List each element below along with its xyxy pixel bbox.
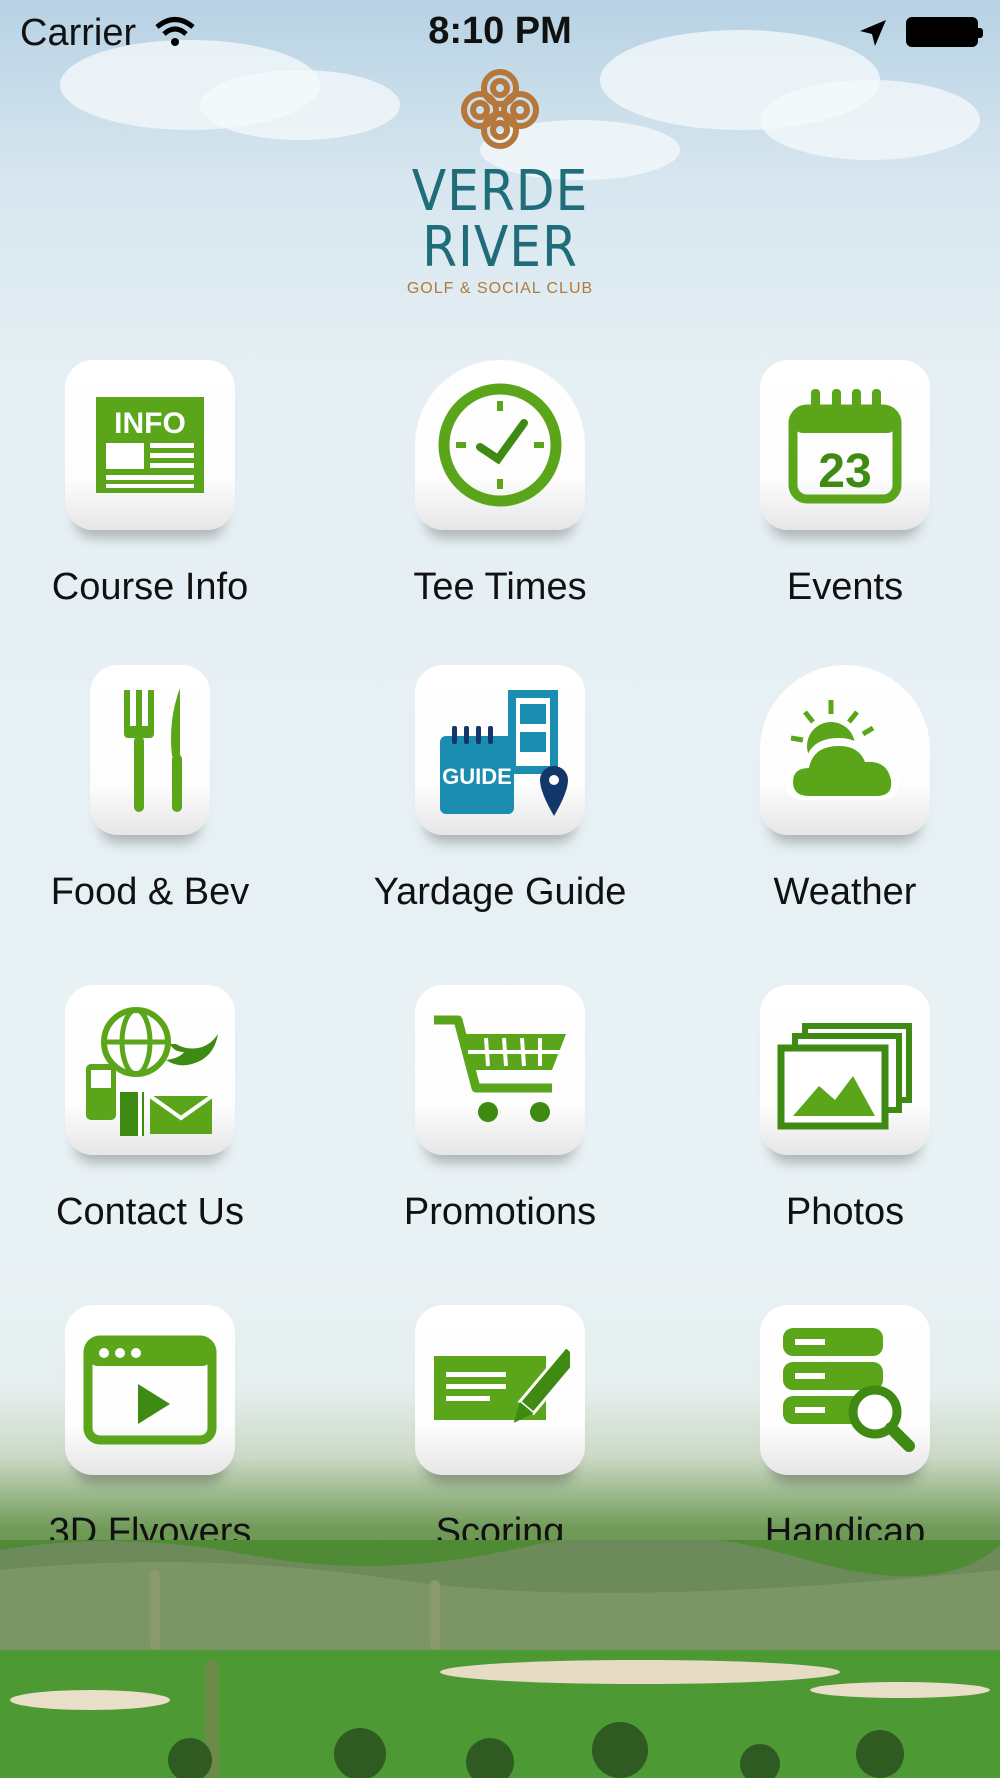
menu-card[interactable]: [90, 665, 210, 835]
menu-label: Food & Bev: [50, 871, 250, 913]
guide-text: GUIDE: [442, 764, 512, 789]
menu-promotions[interactable]: Promotions: [350, 985, 650, 1234]
sun-cloud-icon: [785, 700, 900, 800]
menu-card[interactable]: 23: [760, 360, 930, 530]
menu-card[interactable]: INFO: [65, 360, 235, 530]
clock-icon: [438, 383, 562, 507]
menu-photos[interactable]: Photos: [695, 985, 995, 1234]
photos-icon: [777, 1023, 912, 1130]
menu-label: Yardage Guide: [373, 871, 627, 913]
menu-handicap[interactable]: Handicap: [695, 1305, 995, 1554]
menu-label: Events: [786, 566, 904, 608]
menu-scoring[interactable]: Scoring: [350, 1305, 650, 1554]
status-bar: Carrier 8:10 PM: [0, 0, 1000, 64]
menu-weather[interactable]: Weather: [695, 665, 995, 914]
menu-contact-us[interactable]: Contact Us: [0, 985, 300, 1234]
menu-tee-times[interactable]: Tee Times: [350, 360, 650, 609]
menu-label: Weather: [773, 871, 917, 913]
club-subtitle: GOLF & SOCIAL CLUB: [406, 280, 594, 297]
golf-course-background: [0, 1540, 1000, 1778]
info-text: INFO: [114, 407, 186, 440]
menu-label: Promotions: [403, 1191, 597, 1233]
club-name: VERDE RIVER: [411, 159, 589, 280]
video-play-icon: [83, 1335, 217, 1445]
calendar-day: 23: [818, 445, 871, 498]
shopping-cart-icon: [434, 1015, 566, 1122]
location-arrow-icon: [860, 20, 886, 46]
guide-map-icon: GUIDE: [440, 690, 568, 816]
menu-label: Tee Times: [413, 566, 587, 608]
battery-icon: [906, 17, 983, 47]
menu-card[interactable]: [65, 1305, 235, 1475]
menu-card[interactable]: [760, 985, 930, 1155]
menu-label: Contact Us: [56, 1191, 244, 1233]
menu-label: Photos: [785, 1191, 905, 1233]
menu-card[interactable]: [415, 985, 585, 1155]
scorecard-pencil-icon: [434, 1344, 570, 1423]
menu-card[interactable]: [415, 360, 585, 530]
fork-knife-icon: [124, 688, 182, 812]
menu-food-bev[interactable]: Food & Bev: [0, 665, 300, 914]
clock: 8:10 PM: [428, 10, 572, 52]
social-contact-icon: [86, 1007, 218, 1136]
menu-yardage-guide[interactable]: GUIDE Yardage Guide: [350, 665, 650, 914]
menu-3d-flyovers[interactable]: 3D Flyovers: [0, 1305, 300, 1554]
menu-card[interactable]: [65, 985, 235, 1155]
info-newspaper-icon: INFO: [96, 397, 204, 493]
menu-course-info[interactable]: INFO Course Info: [0, 360, 300, 609]
calendar-icon: 23: [788, 389, 902, 504]
menu-card[interactable]: [415, 1305, 585, 1475]
swirl-emblem-icon: [461, 69, 539, 149]
club-logo: VERDE RIVER GOLF & SOCIAL CLUB: [330, 58, 670, 297]
menu-card[interactable]: [760, 665, 930, 835]
menu-events[interactable]: 23 Events: [695, 360, 995, 609]
database-search-icon: [783, 1328, 915, 1452]
menu-card[interactable]: [760, 1305, 930, 1475]
menu-label: Course Info: [51, 566, 249, 608]
menu-card[interactable]: GUIDE: [415, 665, 585, 835]
